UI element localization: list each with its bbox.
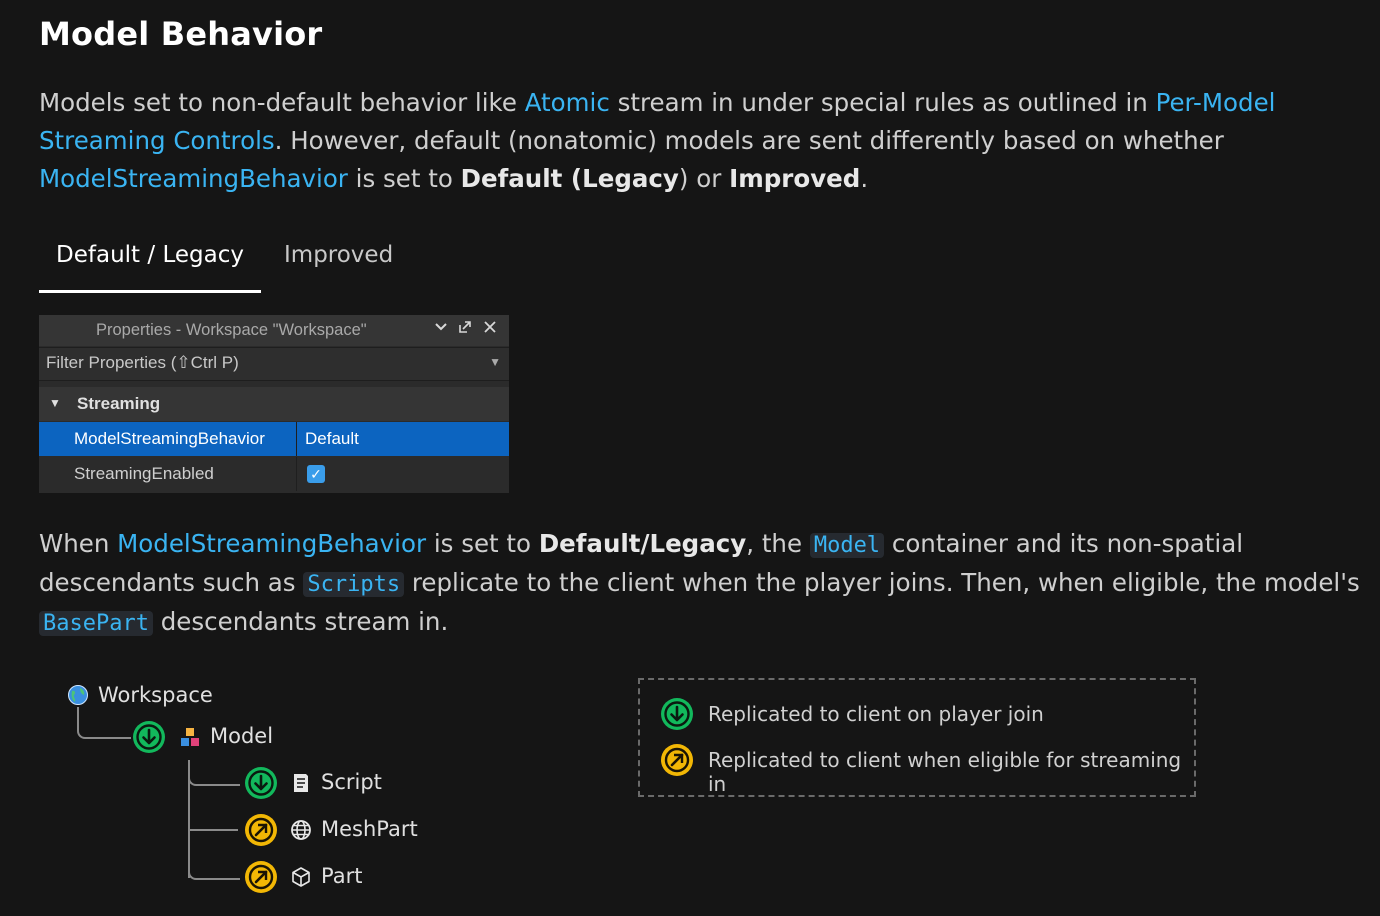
properties-title: Properties - Workspace "Workspace" (96, 321, 367, 339)
intro-text: Models set to non-default behavior like (39, 88, 525, 117)
legend-join-label: Replicated to client on player join (708, 702, 1044, 726)
intro-text: is set to (347, 164, 461, 193)
meshpart-globe-icon (290, 819, 312, 841)
replicated-on-join-icon (133, 721, 165, 753)
tree-node-workspace: Workspace (98, 683, 213, 707)
filter-properties-input[interactable]: Filter Properties (⇧Ctrl P) ▼ (39, 347, 509, 381)
body-paragraph: When ModelStreamingBehavior is set to De… (39, 525, 1379, 642)
body-text: When (39, 529, 118, 558)
bold-improved: Improved (729, 164, 861, 193)
intro-paragraph: Models set to non-default behavior like … (39, 84, 1339, 198)
property-name: ModelStreamingBehavior (74, 429, 265, 448)
replicated-on-join-icon (661, 698, 693, 730)
tree-node-meshpart: MeshPart (321, 817, 418, 841)
intro-text: . (860, 164, 869, 193)
part-cube-icon (290, 866, 312, 888)
intro-text: ) or (678, 164, 730, 193)
tab-improved[interactable]: Improved (284, 232, 393, 290)
tree-node-model: Model (210, 724, 274, 748)
tree-connector (77, 707, 131, 739)
tree-node-part: Part (321, 864, 363, 888)
bold-default: Default (460, 164, 563, 193)
body-text: replicate to the client when the player … (404, 568, 1360, 597)
intro-text: . However, default (nonatomic) models ar… (274, 126, 1224, 155)
model-code-link[interactable]: Model (809, 533, 885, 558)
tree-connector (188, 760, 240, 786)
model-icon (179, 726, 201, 748)
atomic-link[interactable]: Atomic (525, 88, 610, 117)
body-text: , the (746, 529, 810, 558)
body-text: descendants stream in. (152, 607, 449, 636)
tree-connector (188, 840, 240, 880)
undock-icon[interactable] (456, 319, 474, 340)
properties-header: Properties - Workspace "Workspace" (39, 315, 509, 346)
dropdown-arrow-icon[interactable]: ▼ (489, 355, 501, 369)
bold-default-legacy: Default/Legacy (538, 529, 747, 558)
replicated-when-streaming-icon (661, 744, 693, 776)
property-name: StreamingEnabled (74, 464, 214, 483)
replicated-when-streaming-icon (245, 861, 277, 893)
script-icon (290, 772, 312, 794)
tree-connector (188, 829, 238, 831)
group-label: Streaming (77, 394, 161, 413)
page-title: Model Behavior (39, 15, 323, 53)
column-divider (296, 422, 297, 456)
legend-streaming-label: Replicated to client when eligible for s… (708, 748, 1182, 796)
chevron-down-icon[interactable] (432, 319, 450, 339)
streaming-enabled-checkbox[interactable]: ✓ (307, 465, 325, 483)
tab-default-legacy[interactable]: Default / Legacy (39, 232, 261, 293)
property-row-model-streaming-behavior[interactable]: ModelStreamingBehavior Default (39, 422, 509, 456)
model-streaming-behavior-link[interactable]: ModelStreamingBehavior (39, 164, 348, 193)
intro-text: stream in under special rules as outline… (609, 88, 1156, 117)
legend-box: Replicated to client on player join Repl… (638, 678, 1196, 797)
property-row-streaming-enabled[interactable]: StreamingEnabled ✓ (39, 457, 509, 491)
close-icon[interactable] (481, 319, 499, 339)
basepart-code-link[interactable]: BasePart (39, 611, 153, 636)
column-divider (296, 457, 297, 491)
streaming-group-header[interactable]: ▼ Streaming (39, 387, 509, 421)
model-streaming-behavior-link[interactable]: ModelStreamingBehavior (117, 529, 426, 558)
collapse-triangle-icon[interactable]: ▼ (49, 396, 61, 410)
scripts-code-link[interactable]: Scripts (303, 572, 405, 597)
bold-legacy: Legacy (582, 164, 679, 193)
property-value[interactable]: Default (305, 429, 359, 449)
tree-node-script: Script (321, 770, 382, 794)
body-text: is set to (426, 529, 539, 558)
replicated-when-streaming-icon (245, 814, 277, 846)
replicated-on-join-icon (245, 767, 277, 799)
bold-paren-open: ( (562, 164, 583, 193)
workspace-globe-icon (67, 684, 89, 706)
filter-placeholder: Filter Properties (⇧Ctrl P) (46, 353, 239, 372)
properties-panel: Properties - Workspace "Workspace" Filte… (39, 315, 509, 493)
